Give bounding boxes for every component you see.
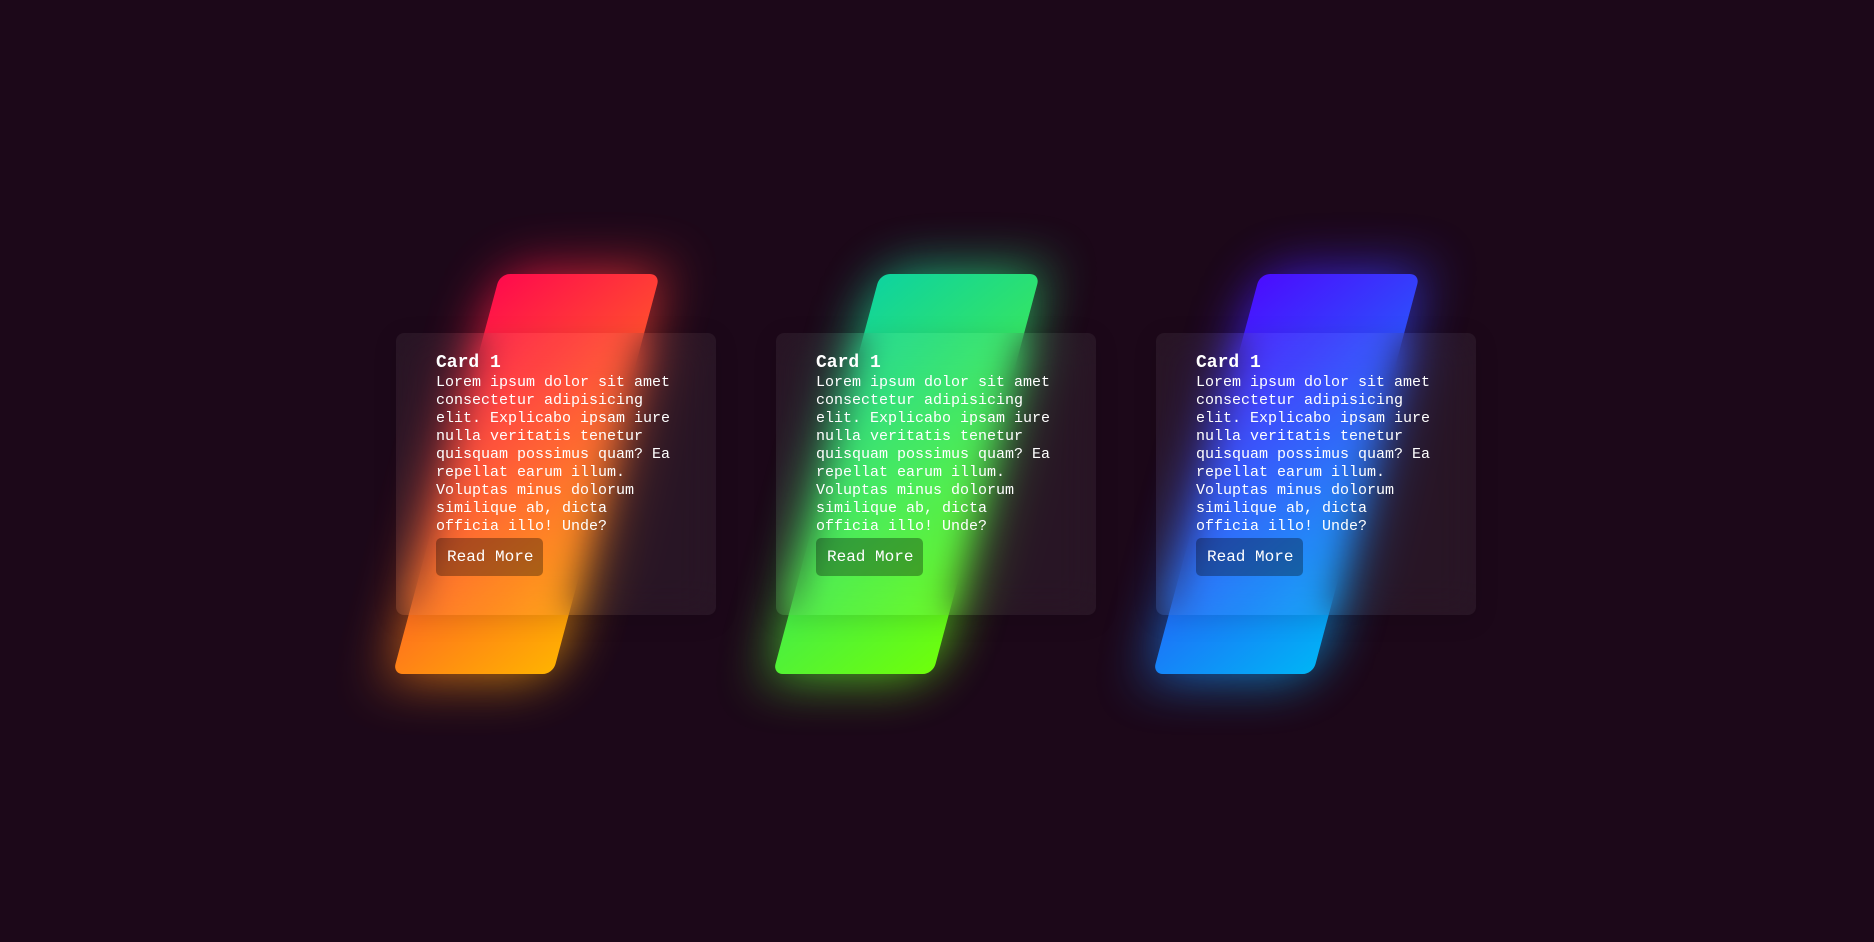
card-title: Card 1 xyxy=(1196,353,1261,373)
page: Card 1 Lorem ipsum dolor sit amet consec… xyxy=(0,0,1874,942)
card-red: Card 1 Lorem ipsum dolor sit amet consec… xyxy=(392,274,716,674)
read-more-button[interactable]: Read More xyxy=(816,538,924,576)
read-more-button[interactable]: Read More xyxy=(436,538,544,576)
card-panel: Card 1 Lorem ipsum dolor sit amet consec… xyxy=(776,333,1096,615)
card-title: Card 1 xyxy=(436,353,501,373)
card-green: Card 1 Lorem ipsum dolor sit amet consec… xyxy=(772,274,1096,674)
card-text: Lorem ipsum dolor sit amet consectetur a… xyxy=(1196,374,1431,535)
card-text: Lorem ipsum dolor sit amet consectetur a… xyxy=(436,374,671,535)
card-panel: Card 1 Lorem ipsum dolor sit amet consec… xyxy=(396,333,716,615)
card-title: Card 1 xyxy=(816,353,881,373)
card-blue: Card 1 Lorem ipsum dolor sit amet consec… xyxy=(1152,274,1476,674)
read-more-button[interactable]: Read More xyxy=(1196,538,1304,576)
card-panel: Card 1 Lorem ipsum dolor sit amet consec… xyxy=(1156,333,1476,615)
card-text: Lorem ipsum dolor sit amet consectetur a… xyxy=(816,374,1051,535)
